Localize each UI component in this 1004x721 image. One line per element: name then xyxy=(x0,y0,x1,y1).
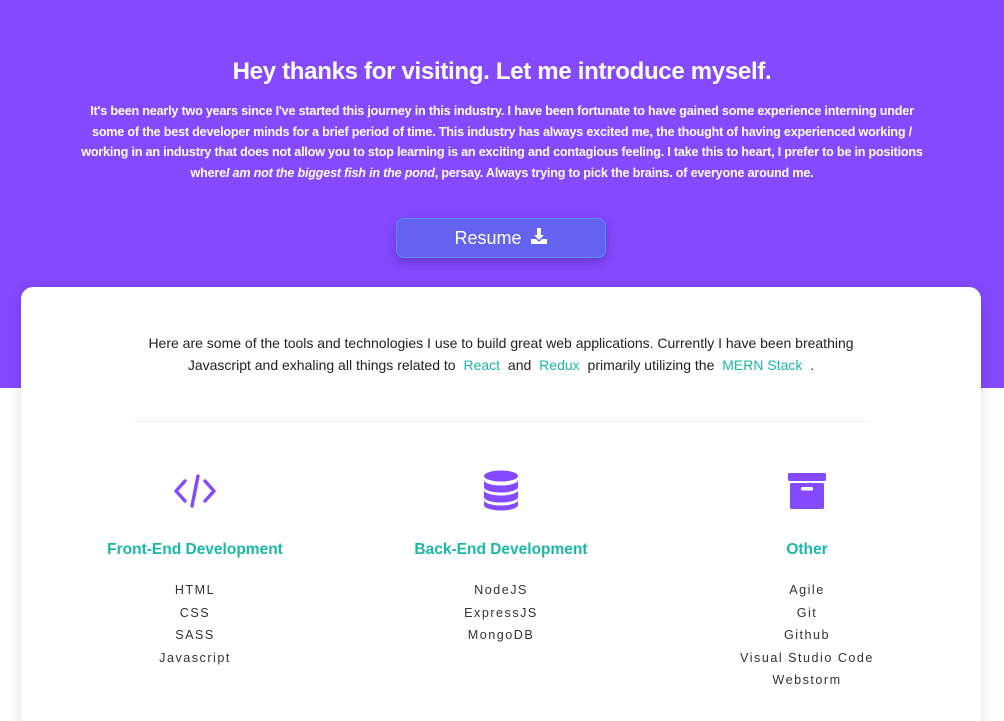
frontend-title: Front-End Development xyxy=(107,541,283,558)
download-icon xyxy=(530,227,548,250)
list-item: Agile xyxy=(789,583,825,597)
react-link[interactable]: React xyxy=(459,357,504,373)
backend-column: Back-End Development NodeJS ExpressJS Mo… xyxy=(351,467,651,647)
list-item: CSS xyxy=(179,605,211,620)
divider xyxy=(133,421,871,422)
list-item: SASS xyxy=(175,628,215,642)
skills-card: Here are some of the tools and technolog… xyxy=(21,287,981,721)
hero-text-part2: , persay. Always trying to pick the brai… xyxy=(434,165,814,180)
list-item: MongoDB xyxy=(467,628,535,642)
code-icon xyxy=(45,467,345,515)
backend-list: NodeJS ExpressJS MongoDB xyxy=(351,579,651,647)
list-item: NodeJS xyxy=(474,583,528,597)
list-item: Webstorm xyxy=(772,673,842,687)
other-column: Other Agile Git Github Visual Studio Cod… xyxy=(657,467,957,692)
frontend-list: HTML CSS SASS Javascript xyxy=(45,579,345,669)
hero-description: It's been nearly two years since I've st… xyxy=(76,101,928,183)
list-item: Git xyxy=(796,605,818,620)
other-list: Agile Git Github Visual Studio Code Webs… xyxy=(657,579,957,692)
intro-text-and: and xyxy=(507,356,532,373)
database-icon xyxy=(351,467,651,515)
list-item: ExpressJS xyxy=(464,605,538,620)
intro-text-2: primarily utilizing the xyxy=(587,356,715,373)
resume-download-button[interactable]: Resume xyxy=(396,218,606,258)
resume-button-label: Resume xyxy=(454,227,522,248)
intro-text-end: . xyxy=(810,356,815,373)
skills-intro: Here are some of the tools and technolog… xyxy=(131,333,871,376)
list-item: Visual Studio Code xyxy=(740,650,874,665)
frontend-column: Front-End Development HTML CSS SASS Java… xyxy=(45,467,345,669)
other-title: Other xyxy=(786,541,828,558)
list-item: Github xyxy=(783,628,831,642)
hero-title: Hey thanks for visiting. Let me introduc… xyxy=(232,58,772,85)
archive-icon xyxy=(657,467,957,515)
redux-link[interactable]: Redux xyxy=(535,357,583,373)
hero-text-emphasis: I am not the biggest fish in the pond xyxy=(225,165,435,180)
list-item: HTML xyxy=(174,583,216,597)
backend-title: Back-End Development xyxy=(414,541,588,558)
list-item: Javascript xyxy=(159,650,231,665)
mern-stack-link[interactable]: MERN Stack xyxy=(718,357,806,373)
